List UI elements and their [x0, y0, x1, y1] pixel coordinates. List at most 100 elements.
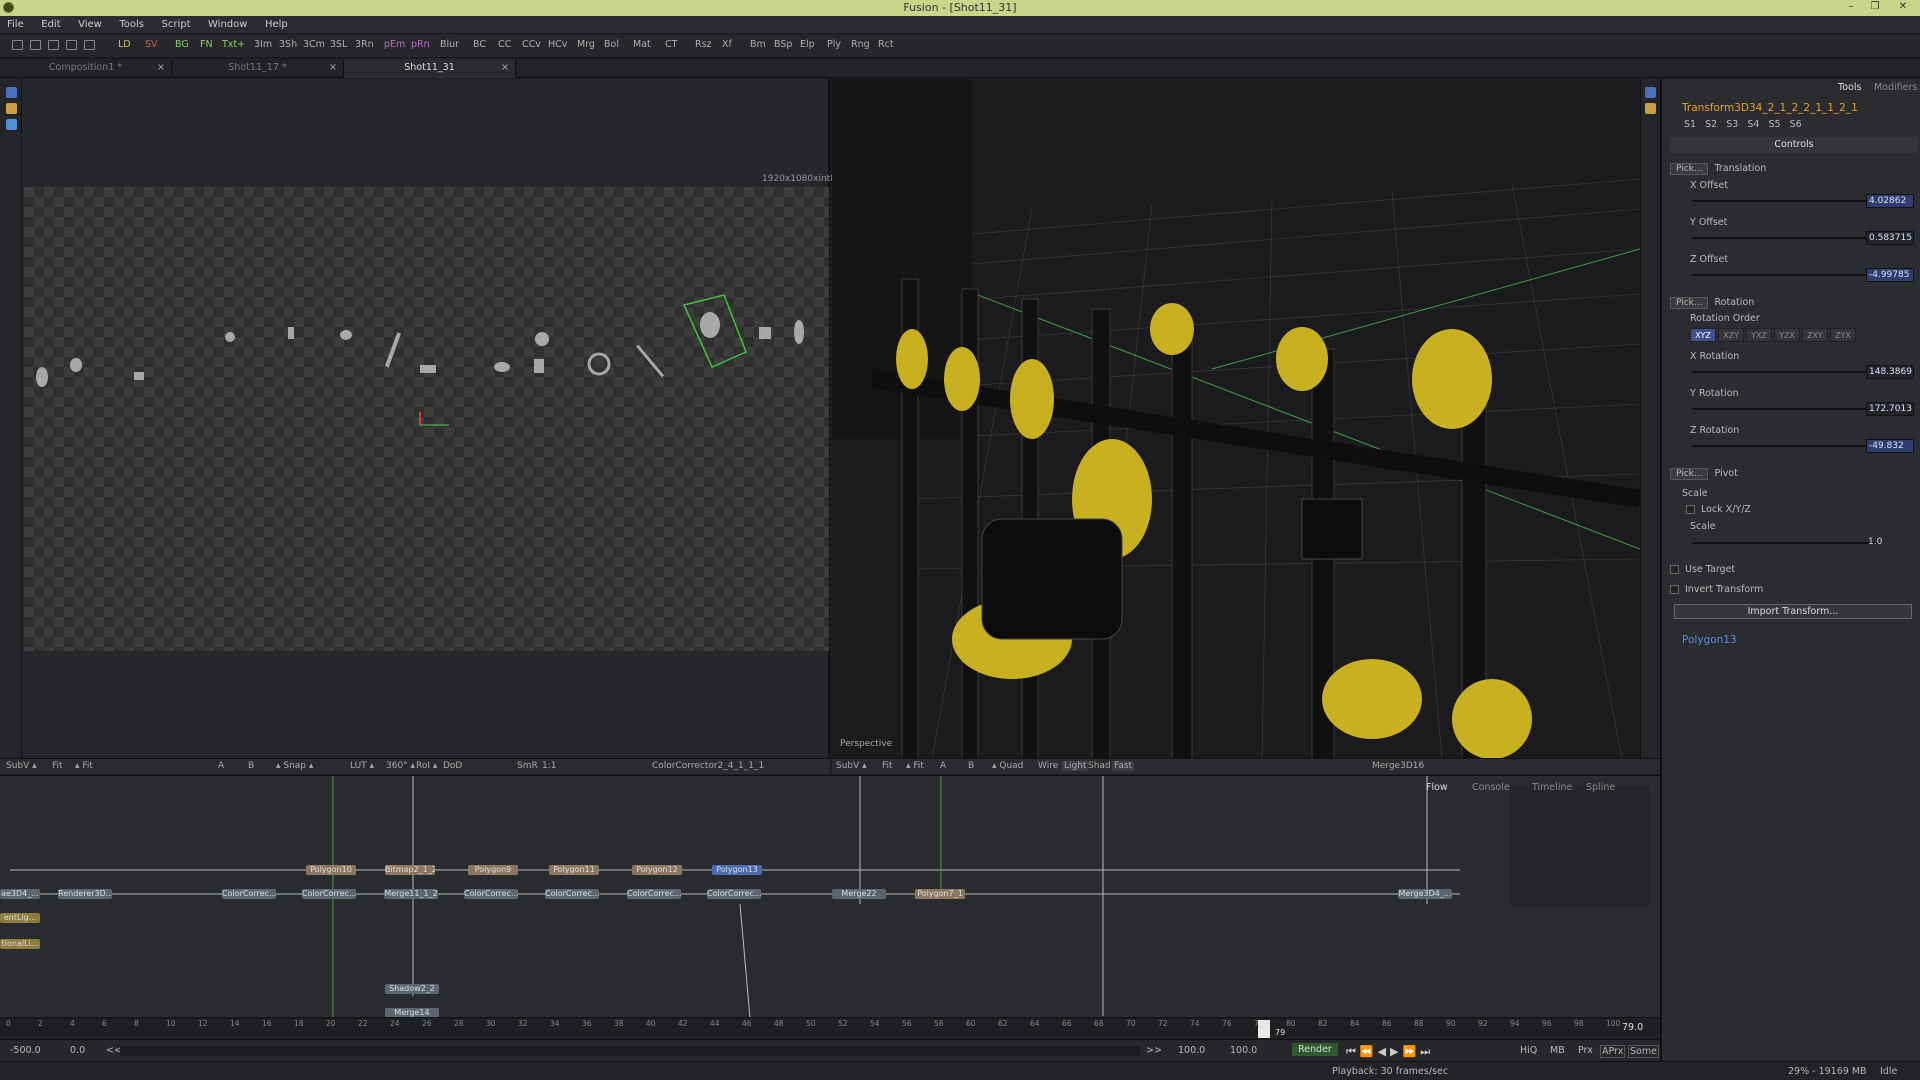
roi-menu[interactable]: RoI ▴ — [416, 761, 437, 771]
tool-3Cm[interactable]: 3Cm — [303, 39, 325, 50]
dod-button[interactable]: DoD — [443, 761, 462, 771]
scale-slider[interactable] — [1692, 542, 1880, 544]
wire-button[interactable]: Wire — [1038, 761, 1058, 771]
light-button[interactable]: Light — [1062, 761, 1089, 771]
layout-icon[interactable] — [12, 40, 23, 50]
slot-s4[interactable]: S4 — [1747, 119, 1759, 130]
tool-CCv[interactable]: CCv — [522, 39, 541, 50]
y-offset-slider[interactable] — [1692, 237, 1880, 239]
tool-HCv[interactable]: HCv — [548, 39, 567, 50]
z-rotation-field[interactable]: -49.832 — [1866, 439, 1914, 453]
fast-button[interactable]: Fast — [1112, 761, 1135, 771]
fit-menu[interactable]: ▴ Fit — [906, 761, 924, 771]
menu-view[interactable]: View — [71, 16, 109, 34]
menu-file[interactable]: File — [0, 16, 31, 34]
tool-pRn[interactable]: pRn — [411, 39, 430, 50]
tab-flow[interactable]: Flow — [1426, 782, 1448, 793]
tool-Mat[interactable]: Mat — [633, 39, 651, 50]
y-rotation-slider[interactable] — [1692, 408, 1880, 410]
global-end-field[interactable]: 100.0 — [1230, 1045, 1257, 1056]
playback-controls[interactable]: ⏮⏪◀▶⏩⏭ — [1346, 1045, 1434, 1059]
scale-field[interactable]: 1.0 — [1866, 536, 1914, 550]
pick-rotation-button[interactable]: Pick... — [1670, 297, 1709, 309]
render-end-field[interactable]: 100.0 — [1178, 1045, 1205, 1056]
order-xyz[interactable]: XYZ — [1690, 328, 1716, 342]
node-polygon10[interactable]: Polygon10 — [306, 865, 356, 875]
tool-Xf[interactable]: Xf — [722, 39, 732, 50]
lock-xyz-checkbox[interactable]: Lock X/Y/Z — [1686, 504, 1751, 515]
tab-tools[interactable]: Tools — [1838, 82, 1861, 93]
tool-Elp[interactable]: Elp — [800, 39, 815, 50]
y-rotation-field[interactable]: 172.7013 — [1866, 402, 1914, 416]
quad-button[interactable]: ▴ Quad — [992, 761, 1023, 771]
order-zyx[interactable]: ZYX — [1830, 328, 1856, 342]
tool-Bol[interactable]: Bol — [604, 39, 619, 50]
node-renderer3d[interactable]: Renderer3D... — [58, 889, 112, 899]
layout-icon[interactable] — [66, 40, 77, 50]
prx-button[interactable]: Prx — [1578, 1045, 1593, 1056]
tool-Bm[interactable]: Bm — [750, 39, 766, 50]
tab-composition1[interactable]: Composition1 * × — [0, 59, 172, 78]
shad-button[interactable]: Shad — [1088, 761, 1111, 771]
smr-button[interactable]: SmR — [517, 761, 538, 771]
view-icon[interactable] — [1645, 87, 1656, 98]
z-offset-field[interactable]: -4.99785 — [1866, 268, 1914, 282]
tool-BG[interactable]: BG — [175, 39, 189, 50]
print-icon[interactable] — [84, 40, 95, 50]
fit-button[interactable]: Fit — [882, 761, 893, 771]
ratio-button[interactable]: 1:1 — [542, 761, 556, 771]
slot-s2[interactable]: S2 — [1705, 119, 1717, 130]
close-tab-icon[interactable]: × — [501, 59, 509, 77]
x-offset-slider[interactable] — [1692, 200, 1880, 202]
order-xzy[interactable]: XZY — [1718, 328, 1744, 342]
playhead[interactable] — [1258, 1020, 1270, 1038]
y-offset-field[interactable]: 0.583715 — [1866, 231, 1914, 245]
a-buffer-button[interactable]: A — [218, 761, 224, 771]
image-canvas[interactable] — [24, 187, 829, 651]
x-rotation-field[interactable]: 148.3869 — [1866, 365, 1914, 379]
tool-Blur[interactable]: Blur — [440, 39, 459, 50]
slot-s3[interactable]: S3 — [1726, 119, 1738, 130]
pick-translation-button[interactable]: Pick... — [1670, 163, 1709, 175]
flow-navigator[interactable] — [1510, 786, 1650, 906]
slot-s6[interactable]: S6 — [1790, 119, 1802, 130]
tool-CC[interactable]: CC — [498, 39, 511, 50]
left-viewer[interactable]: 1920x1080xint8 — [22, 79, 836, 759]
close-button[interactable]: ✕ — [1888, 0, 1918, 14]
view-icon[interactable] — [1645, 103, 1656, 114]
render-button[interactable]: Render — [1292, 1043, 1338, 1056]
tool-Ply[interactable]: Ply — [827, 39, 841, 50]
node-ambientlight[interactable]: entLig... — [0, 913, 40, 923]
tool-name[interactable]: Transform3D34_2_1_2_2_1_1_2_1 — [1682, 102, 1858, 114]
slot-s5[interactable]: S5 — [1768, 119, 1780, 130]
tab-timeline[interactable]: Timeline — [1532, 782, 1572, 793]
node-colorcorrector[interactable]: ColorCorrec... — [464, 889, 518, 899]
node-colorcorrector[interactable]: ColorCorrec... — [627, 889, 681, 899]
node-polygon11[interactable]: Polygon11 — [549, 865, 599, 875]
tool-BC[interactable]: BC — [473, 39, 486, 50]
node-colorcorrector[interactable]: ColorCorrec... — [222, 889, 276, 899]
z-offset-slider[interactable] — [1692, 274, 1880, 276]
tab-modifiers[interactable]: Modifiers — [1874, 82, 1917, 93]
invert-transform-checkbox[interactable]: Invert Transform — [1670, 584, 1763, 595]
node-merge3d4[interactable]: Merge3D4_... — [1398, 889, 1452, 899]
use-target-checkbox[interactable]: Use Target — [1670, 564, 1735, 575]
subview-menu[interactable]: SubV ▴ — [836, 761, 867, 771]
close-tab-icon[interactable]: × — [329, 59, 337, 77]
menu-edit[interactable]: Edit — [34, 16, 67, 34]
b-buffer-button[interactable]: B — [248, 761, 254, 771]
layout-icon[interactable] — [48, 40, 59, 50]
pick-pivot-button[interactable]: Pick... — [1670, 468, 1709, 480]
tab-shot11-17[interactable]: Shot11_17 * × — [172, 59, 344, 78]
fit-menu[interactable]: ▴ Fit — [75, 761, 93, 771]
node-polygon9[interactable]: Polygon9 — [468, 865, 518, 875]
tool-3Im[interactable]: 3Im — [254, 39, 272, 50]
node-polygon12[interactable]: Polygon12 — [632, 865, 682, 875]
tool-FN[interactable]: FN — [200, 39, 213, 50]
z-rotation-slider[interactable] — [1692, 445, 1880, 447]
menu-script[interactable]: Script — [154, 16, 197, 34]
order-yzx[interactable]: YZX — [1774, 328, 1800, 342]
tool-BSp[interactable]: BSp — [774, 39, 792, 50]
tool-3Sh[interactable]: 3Sh — [279, 39, 297, 50]
tab-shot11-31[interactable]: Shot11_31 × — [344, 59, 516, 78]
